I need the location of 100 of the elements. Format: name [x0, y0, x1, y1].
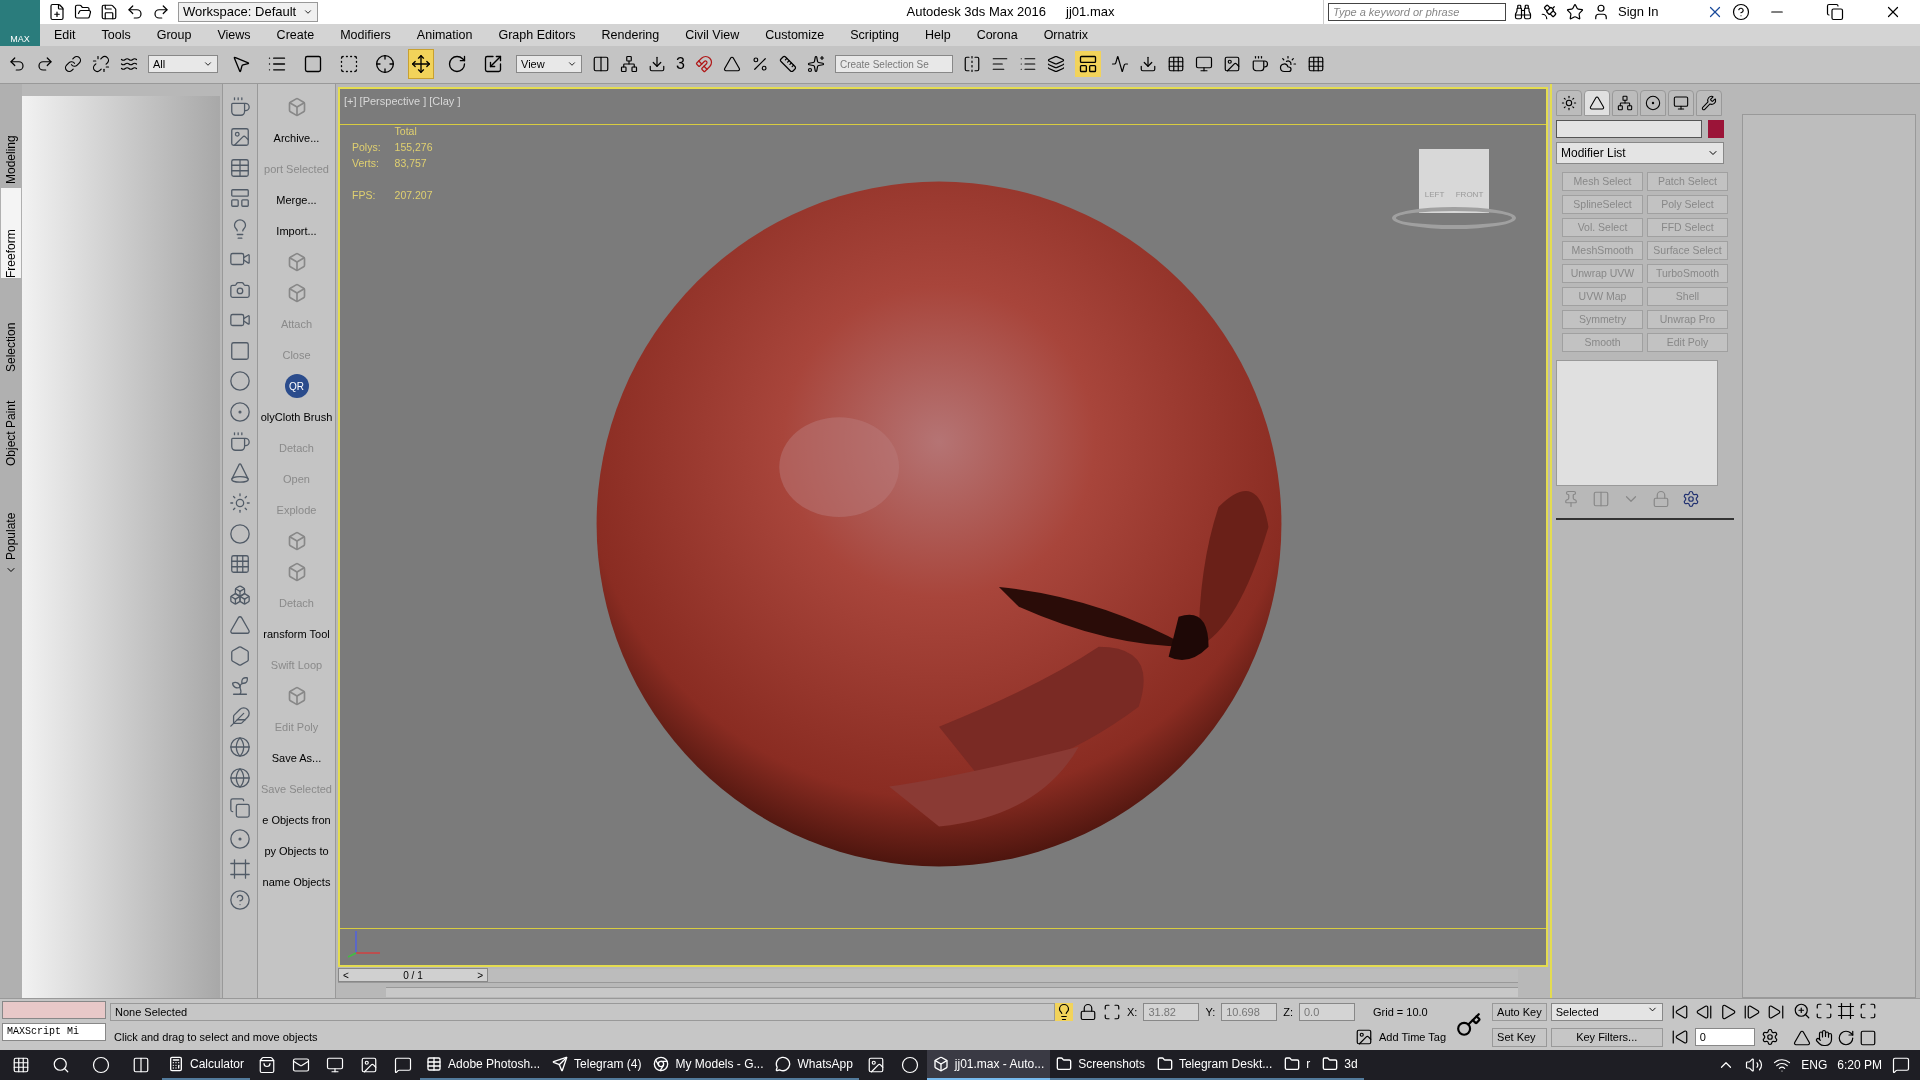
ribbon-tab[interactable]: Populate — [1, 469, 21, 560]
zoom-extents-all-icon[interactable] — [1858, 1001, 1877, 1020]
menu-item[interactable]: Corona — [976, 25, 1018, 45]
configure-sets-icon[interactable] — [1682, 489, 1700, 508]
menu-item[interactable]: Edit — [54, 25, 76, 45]
toolbar-button[interactable]: e Objects fron — [262, 812, 331, 829]
orbit-icon[interactable] — [1836, 1029, 1855, 1048]
key-mode-dropdown[interactable]: Selected — [1550, 1002, 1663, 1022]
menu-item[interactable]: Help — [924, 25, 951, 45]
skype-icon[interactable] — [394, 1056, 413, 1075]
clock[interactable]: 6:20 PM — [1837, 1056, 1882, 1075]
new-file-icon[interactable] — [48, 3, 66, 21]
ribbon-tab[interactable]: Object Paint — [1, 375, 21, 466]
redo-icon[interactable] — [152, 3, 170, 21]
link-icon[interactable] — [64, 55, 82, 74]
mirror-icon[interactable] — [962, 55, 981, 74]
menu-item[interactable]: Graph Editors — [498, 25, 576, 45]
go-to-end-icon[interactable] — [1766, 1002, 1785, 1021]
molecule-icon[interactable] — [229, 583, 251, 606]
qr-button[interactable]: QR — [284, 374, 309, 399]
cortana-icon[interactable] — [92, 1056, 110, 1075]
toolbar-button[interactable]: Save As... — [271, 750, 322, 767]
reference-coordinate-dropdown[interactable]: View — [516, 55, 582, 74]
selection-filter-dropdown[interactable]: All — [148, 55, 218, 74]
grid-icon[interactable] — [229, 553, 251, 576]
magnet-icon[interactable] — [694, 55, 713, 74]
rendered-frame-icon[interactable] — [1222, 55, 1241, 74]
zoom-all-icon[interactable] — [1814, 1001, 1833, 1020]
taskbar-app[interactable]: jj01.max - Auto... — [926, 1050, 1051, 1080]
key-icon[interactable] — [1456, 1011, 1483, 1038]
add-time-tag-button[interactable]: Add Time Tag — [1379, 1029, 1447, 1046]
lock-icon[interactable] — [1079, 1003, 1097, 1021]
task-view-icon[interactable] — [132, 1056, 150, 1075]
track-bar[interactable] — [386, 986, 1518, 997]
time-tag-icon[interactable] — [1355, 1028, 1373, 1047]
absolute-mode-icon[interactable] — [1103, 1003, 1121, 1021]
app-button[interactable]: MAX — [0, 0, 40, 46]
save-icon[interactable] — [100, 3, 118, 21]
menu-item[interactable]: Rendering — [601, 25, 660, 45]
taskbar-app[interactable]: 3d — [1316, 1050, 1364, 1080]
percent-snap-icon[interactable] — [750, 55, 769, 74]
taskbar-app[interactable]: Telegram Deskt... — [1150, 1050, 1279, 1080]
curve-editor-icon[interactable] — [1110, 55, 1129, 74]
taskbar-app[interactable]: Telegram (4) — [546, 1050, 648, 1080]
render-setup-icon[interactable] — [1194, 55, 1213, 74]
toolbar-button[interactable]: Import... — [276, 223, 317, 240]
notifications-icon[interactable] — [1892, 1056, 1910, 1075]
sphere-icon[interactable] — [229, 766, 251, 789]
layer-explorer-icon[interactable] — [229, 187, 251, 210]
store-icon[interactable] — [258, 1056, 277, 1075]
utilities-icon[interactable] — [1696, 89, 1722, 116]
monitor-icon[interactable] — [326, 1056, 345, 1075]
taskbar-app[interactable]: r — [1278, 1050, 1317, 1080]
object-color-swatch[interactable] — [1708, 119, 1724, 138]
maximize-viewport-icon[interactable] — [1858, 1029, 1877, 1048]
menu-item[interactable]: Scripting — [850, 25, 899, 45]
mail-icon[interactable] — [292, 1056, 311, 1075]
maxscript-field[interactable]: MAXScript Mi — [2, 1023, 106, 1042]
key-mode-icon[interactable] — [1670, 1028, 1689, 1047]
cone-icon[interactable] — [229, 461, 251, 484]
compass-ring[interactable] — [1392, 206, 1516, 229]
hair-icon[interactable] — [229, 705, 251, 728]
modifier-list-dropdown[interactable]: Modifier List — [1556, 141, 1724, 164]
ribbon-tab[interactable]: Selection — [1, 281, 21, 372]
menu-item[interactable]: Create — [276, 25, 315, 45]
ribbon-tab[interactable]: Modeling — [1, 93, 21, 184]
scene-explorer-icon[interactable] — [229, 156, 251, 179]
isolate-icon[interactable] — [1055, 1003, 1073, 1021]
help-icon[interactable] — [1732, 3, 1750, 21]
ribbon-tab[interactable]: Freeform — [1, 187, 21, 278]
taskbar-app[interactable]: WhatsApp — [769, 1050, 859, 1080]
taskbar-app[interactable]: My Models - G... — [647, 1050, 770, 1080]
sun-icon[interactable] — [229, 492, 251, 515]
time-config-icon[interactable] — [1760, 1028, 1779, 1047]
layers-icon[interactable] — [1046, 55, 1065, 74]
toolbar-button[interactable]: Merge... — [276, 192, 317, 209]
edit-named-selection-icon[interactable] — [806, 55, 825, 74]
set-key-button[interactable]: Set Key — [1492, 1028, 1547, 1047]
menu-item[interactable]: Views — [217, 25, 251, 45]
menu-item[interactable]: Customize — [765, 25, 825, 45]
blob-icon[interactable] — [229, 644, 251, 667]
zoom-icon[interactable] — [1792, 1001, 1811, 1020]
previous-frame-button[interactable]: < — [343, 967, 349, 983]
object-name-field[interactable] — [1556, 119, 1702, 138]
search-field[interactable]: Type a keyword or phrase — [1328, 3, 1506, 21]
render-frame-icon[interactable] — [229, 126, 251, 149]
ribbon-toggle-icon[interactable] — [1074, 51, 1101, 78]
pan-icon[interactable] — [1814, 1029, 1833, 1048]
photos-icon[interactable] — [360, 1056, 379, 1075]
next-frame-button[interactable]: > — [477, 967, 483, 983]
toolbar-button[interactable]: olyCloth Brush — [260, 409, 333, 426]
field-of-view-icon[interactable] — [1792, 1029, 1811, 1048]
taskbar-app[interactable]: Calculator — [162, 1050, 251, 1080]
select-and-move-icon[interactable] — [408, 49, 434, 80]
plane-icon[interactable] — [229, 339, 251, 362]
sphere-icon[interactable] — [229, 400, 251, 423]
taskbar-app[interactable]: Adobe Photosh... — [420, 1050, 547, 1080]
menu-item[interactable]: Tools — [101, 25, 131, 45]
current-frame-field[interactable]: 0 — [1694, 1027, 1755, 1047]
open-folder-icon[interactable] — [74, 3, 92, 21]
